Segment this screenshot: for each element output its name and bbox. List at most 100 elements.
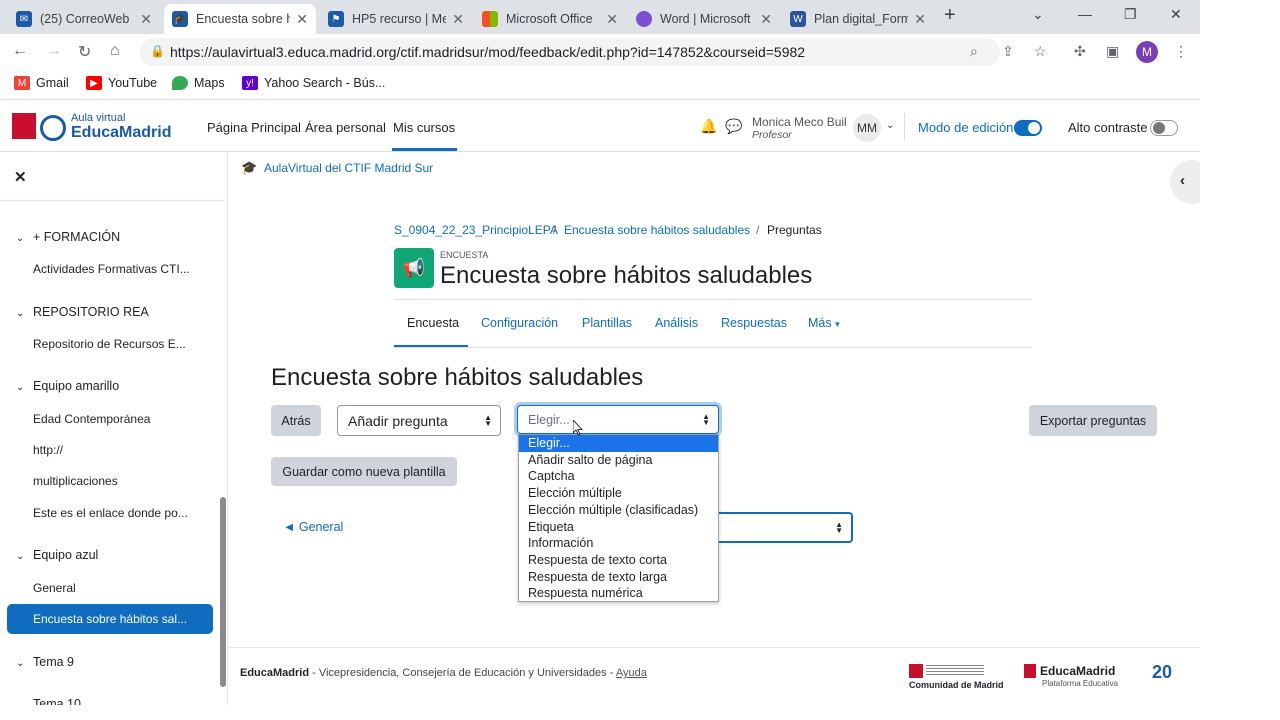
breadcrumb-course[interactable]: S_0904_22_23_PrincipioLEPA [394, 223, 558, 237]
reload-icon[interactable]: ↻ [78, 42, 91, 62]
sidebar-item[interactable]: General [33, 581, 193, 595]
chevron-down-icon[interactable]: ⌄ [16, 658, 33, 669]
chevron-down-icon[interactable]: ⌄ [886, 120, 894, 131]
nav-my-courses[interactable]: Mis cursos [393, 120, 455, 135]
dropdown-option[interactable]: Añadir salto de página [519, 452, 718, 469]
close-drawer-icon[interactable]: ✕ [14, 168, 27, 186]
browser-tab[interactable]: Word | Microsoft ✕ [628, 4, 780, 34]
footer-logo-cm[interactable]: Comunidad de Madrid [909, 680, 1004, 690]
sidebar-item[interactable]: http:// [33, 443, 193, 457]
anniversary-20-logo[interactable]: 20 [1152, 662, 1172, 683]
breadcrumb-activity[interactable]: Encuesta sobre hábitos saludables [564, 223, 750, 237]
edit-mode-toggle[interactable] [1014, 120, 1042, 136]
bookmark-maps[interactable]: Maps [172, 76, 225, 90]
dropdown-option[interactable]: Etiqueta [519, 519, 718, 536]
sidebar-item-active[interactable]: Encuesta sobre hábitos sal... [7, 604, 213, 634]
tab-configuracion[interactable]: Configuración [481, 316, 558, 330]
nav-dashboard[interactable]: Área personal [305, 120, 386, 135]
sidebar-section-tema-9[interactable]: ⌄ Tema 9 [16, 655, 74, 669]
chevron-down-icon[interactable]: ⌄ [16, 382, 33, 393]
browser-tab[interactable]: Microsoft Office ✕ [474, 4, 626, 34]
dropdown-option[interactable]: Elección múltiple (clasificadas) [519, 502, 718, 519]
dropdown-option[interactable]: Información [519, 535, 718, 552]
url-field[interactable]: 🔒 https://aulavirtual3.educa.madrid.org/… [140, 38, 1000, 66]
back-arrow-icon[interactable]: ← [12, 42, 28, 60]
sidebar-item[interactable]: multiplicaciones [33, 474, 193, 488]
question-type-dropdown[interactable]: Elegir... Añadir salto de página Captcha… [518, 434, 719, 602]
side-panel-icon[interactable]: ▣ [1106, 43, 1119, 60]
nav-home[interactable]: Página Principal [207, 120, 301, 135]
browser-tab[interactable]: ⚑ HP5 recurso | Me ✕ [320, 4, 472, 34]
zoom-icon[interactable]: ⌕ [970, 43, 978, 60]
window-close-icon[interactable]: ✕ [1170, 6, 1182, 23]
bookmark-label: Gmail [36, 76, 69, 90]
share-icon[interactable]: ⇪ [1002, 43, 1014, 60]
close-icon[interactable]: ✕ [606, 11, 618, 28]
bookmark-youtube[interactable]: ▶ YouTube [86, 76, 157, 90]
back-to-general-link[interactable]: ◄ General [283, 520, 343, 534]
sidebar-section-equipo-azul[interactable]: ⌄ Equipo azul [16, 548, 98, 562]
question-type-select[interactable]: Elegir... ▲ ▼ [517, 405, 719, 434]
tab-mas[interactable]: Más ▾ [808, 316, 840, 330]
sidebar-section-repositorio[interactable]: ⌄ REPOSITORIO REA [16, 305, 149, 319]
forward-arrow-icon[interactable]: → [46, 42, 62, 60]
bookmark-gmail[interactable]: M Gmail [14, 76, 69, 90]
chevron-down-icon[interactable]: ⌄ [16, 233, 33, 244]
dropdown-option[interactable]: Respuesta numérica [519, 585, 718, 602]
edit-mode-label: Modo de edición [918, 120, 1014, 135]
close-icon[interactable]: ✕ [140, 11, 152, 28]
tab-encuesta[interactable]: Encuesta [407, 316, 459, 330]
jump-to-select[interactable]: ▲ ▼ [700, 512, 853, 543]
star-icon[interactable]: ☆ [1034, 43, 1047, 60]
close-icon[interactable]: ✕ [914, 11, 926, 28]
sidebar-section-equipo-amarillo[interactable]: ⌄ Equipo amarillo [16, 379, 119, 393]
dropdown-option[interactable]: Elegir... [519, 435, 718, 452]
chevron-down-icon[interactable]: ⌄ [16, 551, 33, 562]
footer-logo-em[interactable]: EducaMadrid [1040, 664, 1115, 678]
minimize-icon[interactable]: — [1078, 6, 1092, 22]
extensions-icon[interactable]: ✣ [1074, 43, 1086, 60]
close-icon[interactable]: ✕ [760, 11, 772, 28]
profile-avatar[interactable]: M [1136, 41, 1158, 63]
home-icon[interactable]: ⌂ [110, 42, 120, 60]
back-button[interactable]: Atrás [271, 405, 321, 436]
educamadrid-logo-icon[interactable] [40, 115, 66, 141]
comunidad-madrid-logo[interactable] [12, 113, 36, 139]
dropdown-option[interactable]: Captcha [519, 468, 718, 485]
divider [394, 347, 1032, 348]
tab-search-icon[interactable]: ⌄ [1032, 6, 1044, 23]
restore-icon[interactable]: ❐ [1124, 6, 1137, 23]
chat-bubble-icon[interactable]: 💬 [725, 118, 742, 135]
high-contrast-toggle[interactable] [1150, 120, 1178, 136]
browser-tab-active[interactable]: 🎓 Encuesta sobre h ✕ [164, 4, 316, 34]
dropdown-option[interactable]: Respuesta de texto corta [519, 552, 718, 569]
sidebar-item[interactable]: Este es el enlace donde po... [33, 506, 193, 520]
sidebar-item[interactable]: Repositorio de Recursos E... [33, 337, 193, 351]
sidebar-item[interactable]: Actividades Formativas CTI... [33, 262, 193, 276]
close-icon[interactable]: ✕ [452, 11, 464, 28]
site-breadcrumb[interactable]: AulaVirtual del CTIF Madrid Sur [264, 161, 433, 175]
sidebar-scrollbar[interactable] [220, 497, 226, 687]
tab-respuestas[interactable]: Respuestas [721, 316, 787, 330]
activity-type-label: ENCUESTA [440, 250, 489, 260]
sidebar-section-formacion[interactable]: ⌄ + FORMACIÓN [16, 230, 120, 244]
bookmark-yahoo[interactable]: y! Yahoo Search - Bús... [242, 76, 385, 90]
menu-kebab-icon[interactable]: ⋮ [1174, 43, 1188, 60]
tab-analisis[interactable]: Análisis [655, 316, 698, 330]
browser-tab[interactable]: W Plan digital_Form ✕ [782, 4, 934, 34]
chevron-down-icon[interactable]: ⌄ [16, 308, 33, 319]
browser-tab[interactable]: ✉ (25) CorreoWeb | ✕ [8, 4, 160, 34]
dropdown-option[interactable]: Elección múltiple [519, 485, 718, 502]
logo-title[interactable]: EducaMadrid [71, 124, 171, 142]
tab-plantillas[interactable]: Plantillas [582, 316, 632, 330]
close-icon[interactable]: ✕ [296, 11, 308, 28]
add-question-select[interactable]: Añadir pregunta ▲ ▼ [337, 405, 501, 436]
save-as-template-button[interactable]: Guardar como nueva plantilla [271, 457, 457, 486]
new-tab-icon[interactable]: + [944, 4, 956, 27]
dropdown-option[interactable]: Respuesta de texto larga [519, 569, 718, 586]
footer-help-link[interactable]: Ayuda [616, 667, 647, 679]
export-questions-button[interactable]: Exportar preguntas [1029, 405, 1157, 436]
user-avatar[interactable]: MM [853, 114, 881, 142]
bell-icon[interactable]: 🔔 [700, 118, 717, 135]
sidebar-item[interactable]: Edad Contemporánea [33, 412, 193, 426]
